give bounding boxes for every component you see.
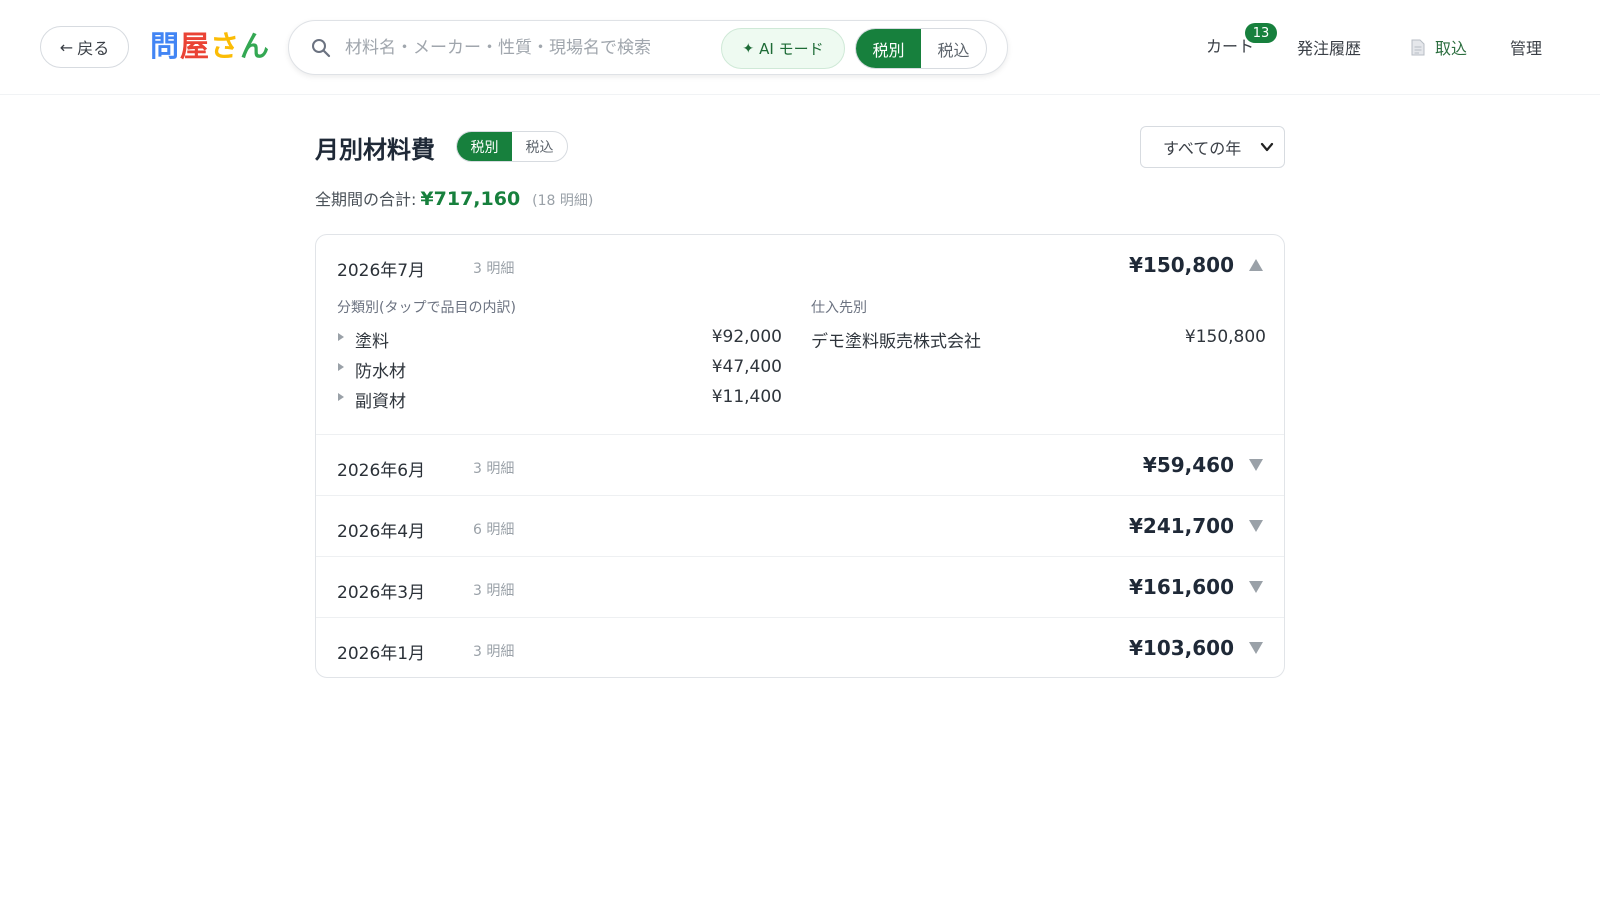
grand-total-line: 全期間の合計: ¥717,160 (18 明細) xyxy=(315,186,593,210)
collapse-triangle-icon[interactable] xyxy=(1248,258,1264,272)
document-icon xyxy=(1411,39,1425,55)
category-row-paint[interactable]: 塗料 ¥92,000 xyxy=(337,325,782,352)
expand-triangle-icon xyxy=(338,393,344,401)
expand-triangle-icon[interactable] xyxy=(1248,580,1264,594)
month-row-2026-03[interactable]: 2026年3月 3 明細 ¥161,600 xyxy=(316,556,1284,617)
back-label: 戻る xyxy=(77,39,110,58)
month-row-2026-06[interactable]: 2026年6月 3 明細 ¥59,460 xyxy=(316,434,1284,495)
search-icon xyxy=(312,39,331,58)
category-name: 副資材 xyxy=(355,392,406,412)
month-item-count: 3 明細 xyxy=(473,583,515,599)
supplier-breakdown-heading: 仕入先別 xyxy=(811,300,867,316)
search-bar: ✦ AI モード 税別 税込 xyxy=(288,20,1008,75)
supplier-row: デモ塗料販売株式会社 ¥150,800 xyxy=(811,325,1266,352)
logo-char-4: ん xyxy=(240,29,271,63)
month-item-count: 3 明細 xyxy=(473,461,515,477)
month-item-count: 3 明細 xyxy=(473,261,515,277)
month-label: 2026年3月 xyxy=(337,583,426,603)
month-label: 2026年4月 xyxy=(337,522,426,542)
chevron-down-icon xyxy=(1260,142,1274,152)
cart-count-badge: 13 xyxy=(1245,23,1277,43)
month-total: ¥161,600 xyxy=(1128,575,1234,599)
monthly-list: 2026年7月 3 明細 ¥150,800 分類別(タップで品目の内訳) 仕入先… xyxy=(315,234,1285,678)
month-total: ¥103,600 xyxy=(1128,636,1234,660)
search-input[interactable] xyxy=(345,33,713,63)
expand-triangle-icon[interactable] xyxy=(1248,458,1264,472)
logo-char-2: 屋 xyxy=(180,29,211,63)
month-label[interactable]: 2026年7月 xyxy=(337,256,425,281)
category-amount: ¥47,400 xyxy=(711,357,782,377)
grand-total-count: (18 明細) xyxy=(532,193,594,209)
arrow-left-icon: ← xyxy=(59,37,74,57)
supplier-name: デモ塗料販売株式会社 xyxy=(811,332,981,352)
page-tax-included-option[interactable]: 税込 xyxy=(512,132,567,161)
category-breakdown-heading: 分類別(タップで品目の内訳) xyxy=(337,300,516,316)
nav-admin-link[interactable]: 管理 xyxy=(1510,35,1542,59)
sparkle-icon: ✦ xyxy=(742,40,755,57)
year-filter-select[interactable]: すべての年 xyxy=(1140,126,1285,168)
month-total: ¥241,700 xyxy=(1128,514,1234,538)
expand-triangle-icon[interactable] xyxy=(1248,641,1264,655)
category-name: 防水材 xyxy=(355,362,406,382)
nav-import-label: 取込 xyxy=(1435,39,1468,58)
supplier-amount: ¥150,800 xyxy=(1184,327,1266,347)
ai-mode-label: AI モード xyxy=(759,40,824,58)
category-name: 塗料 xyxy=(355,332,389,352)
month-label: 2026年6月 xyxy=(337,461,426,481)
month-total: ¥59,460 xyxy=(1142,453,1234,477)
expand-triangle-icon xyxy=(338,363,344,371)
nav-import-link[interactable]: 取込 xyxy=(1411,35,1467,59)
month-item-count: 6 明細 xyxy=(473,522,515,538)
page-tax-excluded-option[interactable]: 税別 xyxy=(457,132,512,161)
page-tax-toggle: 税別 税込 xyxy=(456,131,568,162)
expand-triangle-icon xyxy=(338,333,344,341)
header-tax-toggle: 税別 税込 xyxy=(855,28,987,69)
app-logo[interactable]: 問屋さん xyxy=(150,26,270,66)
month-total: ¥150,800 xyxy=(1128,253,1234,277)
ai-mode-button[interactable]: ✦ AI モード xyxy=(721,28,845,69)
top-header: ← 戻る 問屋さん ✦ AI モード 税別 税込 カート 13 発注履歴 取込 … xyxy=(0,0,1600,95)
logo-char-1: 問 xyxy=(150,29,181,63)
month-label: 2026年1月 xyxy=(337,644,426,664)
month-item-count: 3 明細 xyxy=(473,644,515,660)
category-row-waterproofing[interactable]: 防水材 ¥47,400 xyxy=(337,355,782,382)
year-filter-value: すべての年 xyxy=(1163,139,1242,158)
logo-char-3: さ xyxy=(210,29,241,63)
grand-total-amount: ¥717,160 xyxy=(420,188,521,210)
category-amount: ¥11,400 xyxy=(711,387,782,407)
month-row-2026-07: 2026年7月 3 明細 ¥150,800 分類別(タップで品目の内訳) 仕入先… xyxy=(316,235,1284,434)
nav-order-history-link[interactable]: 発注履歴 xyxy=(1297,35,1361,59)
header-tax-excluded-option[interactable]: 税別 xyxy=(856,29,921,68)
grand-total-label: 全期間の合計: xyxy=(315,190,417,209)
page-title: 月別材料費 xyxy=(315,136,435,164)
month-row-2026-01[interactable]: 2026年1月 3 明細 ¥103,600 xyxy=(316,617,1284,677)
back-button[interactable]: ← 戻る xyxy=(40,26,129,68)
header-tax-included-option[interactable]: 税込 xyxy=(921,29,986,68)
month-row-2026-04[interactable]: 2026年4月 6 明細 ¥241,700 xyxy=(316,495,1284,556)
category-row-subsidiary[interactable]: 副資材 ¥11,400 xyxy=(337,385,782,412)
category-amount: ¥92,000 xyxy=(711,327,782,347)
expand-triangle-icon[interactable] xyxy=(1248,519,1264,533)
